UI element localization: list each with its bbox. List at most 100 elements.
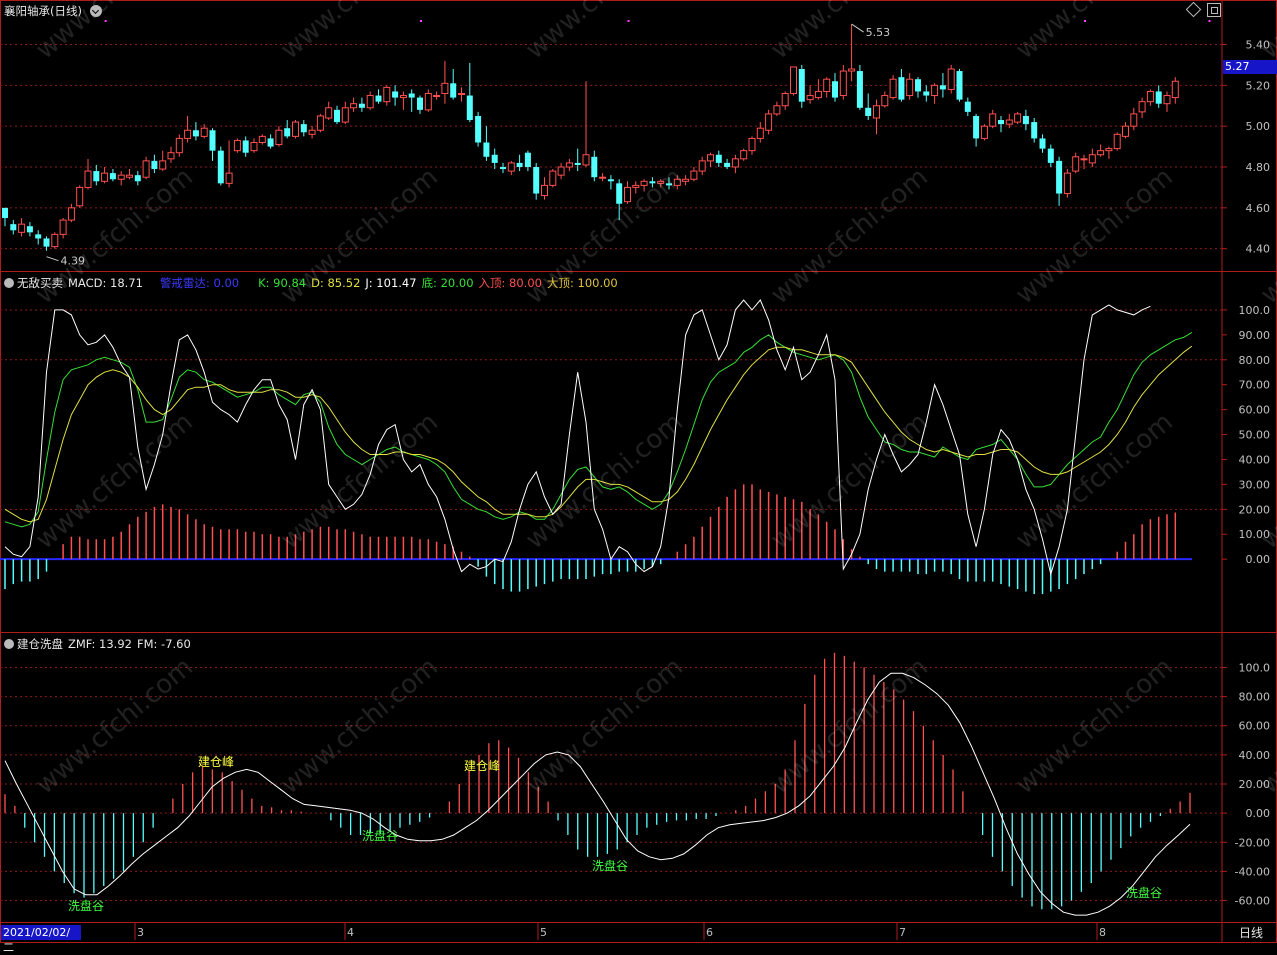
y-tick-label: 50.00 xyxy=(1239,429,1271,442)
candle-body xyxy=(217,150,224,184)
candle-body xyxy=(1130,113,1138,127)
watermark-text: www.cfchi.com xyxy=(1255,0,1277,65)
signal-dot xyxy=(627,20,630,22)
candle-body xyxy=(109,173,116,180)
candle-body xyxy=(67,207,75,221)
candle-body xyxy=(383,86,391,103)
candle-body xyxy=(267,138,274,147)
candle-body xyxy=(698,160,706,172)
watermark-text: www.cfchi.com xyxy=(765,407,934,555)
candle-body xyxy=(1163,95,1171,105)
candle-body xyxy=(93,171,100,182)
candle-body xyxy=(466,95,473,121)
candle-body xyxy=(632,184,640,188)
watermark: www.cfchi.com www.cfchi.com www.cfchi.com w… xyxy=(30,0,1277,800)
candle-body xyxy=(989,113,997,127)
candle-body xyxy=(881,95,889,107)
candle-body xyxy=(814,90,822,99)
chart-canvas: 5.405.205.004.804.604.405.534.39100.090.… xyxy=(0,0,1277,943)
candle-body xyxy=(375,95,382,102)
candle-body xyxy=(242,140,249,153)
candle-body xyxy=(806,95,814,101)
y-tick-label: 5.20 xyxy=(1246,79,1271,92)
candle-body xyxy=(450,83,457,98)
candle-body xyxy=(533,167,540,194)
candle-body xyxy=(939,85,946,90)
collapse-icon[interactable] xyxy=(4,639,14,649)
candle-body xyxy=(209,130,216,151)
candle-body xyxy=(906,78,914,97)
candle-body xyxy=(582,154,590,166)
candle-body xyxy=(599,176,607,179)
candle-body xyxy=(424,93,432,111)
y-tick-label: -60.00 xyxy=(1235,895,1270,908)
candle-body xyxy=(341,107,349,123)
watermark-text: www.cfchi.com xyxy=(30,407,199,555)
candle-body xyxy=(1105,148,1113,152)
collapse-icon[interactable] xyxy=(90,5,102,17)
date-label: 2021/02/02/二 xyxy=(1,925,81,954)
candle-body xyxy=(1056,160,1063,194)
x-tick-label: 8 xyxy=(1099,926,1106,939)
candle-body xyxy=(399,95,407,99)
y-tick-label: 4.40 xyxy=(1246,243,1271,256)
x-tick-label: 5 xyxy=(540,926,547,939)
signal-dot xyxy=(1084,20,1086,22)
candle-body xyxy=(159,160,167,170)
candle-body xyxy=(773,105,781,115)
candle-body xyxy=(832,81,838,98)
candle-body xyxy=(557,166,565,176)
candle-body xyxy=(441,82,449,94)
candle-body xyxy=(350,103,358,109)
candle-body xyxy=(616,183,623,204)
candle-body xyxy=(2,207,8,219)
candle-body xyxy=(715,154,722,163)
y-tick-label: 100.0 xyxy=(1239,304,1271,317)
candle-body xyxy=(184,129,192,139)
candle-body xyxy=(325,107,333,119)
candle-body xyxy=(549,170,557,186)
watermark-text: www.cfchi.com xyxy=(1010,162,1179,310)
annotation-label: 洗盘谷 xyxy=(592,858,628,873)
chart-title: 襄阳轴承(日线) xyxy=(4,4,82,18)
candle-body xyxy=(126,174,133,178)
candle-body xyxy=(358,103,365,108)
y-tick-label: 90.00 xyxy=(1239,329,1271,342)
candle-body xyxy=(392,91,399,98)
candle-body xyxy=(591,156,598,178)
collapse-icon[interactable] xyxy=(4,278,14,288)
x-tick-label: 6 xyxy=(706,926,713,939)
candle-body xyxy=(200,127,208,137)
candle-body xyxy=(292,121,299,137)
y-tick-label: 60.00 xyxy=(1239,720,1271,733)
signal-dot xyxy=(420,20,422,22)
candle-body xyxy=(731,158,739,168)
candle-body xyxy=(225,172,233,184)
candle-body xyxy=(475,115,482,143)
period-tab[interactable]: 日线 xyxy=(1226,925,1276,941)
watermark-text: www.cfchi.com xyxy=(1010,0,1179,65)
candle-body xyxy=(507,162,515,172)
candle-body xyxy=(1088,154,1096,164)
candle-body xyxy=(1097,150,1105,156)
candle-body xyxy=(18,223,26,233)
candle-body xyxy=(1047,148,1054,163)
window-restore-icon[interactable] xyxy=(1207,3,1221,17)
candle-body xyxy=(491,154,498,163)
candle-body xyxy=(947,68,955,90)
candle-body xyxy=(284,128,291,137)
candle-body xyxy=(117,174,125,180)
y-tick-label: 80.00 xyxy=(1239,354,1271,367)
y-tick-label: 80.00 xyxy=(1239,691,1271,704)
flow-header: 建仓洗盘 ZMF: 13.92 FM: -7.60 xyxy=(4,636,196,652)
watermark-text: www.cfchi.com xyxy=(275,0,444,65)
annotation-label: 建仓峰 xyxy=(198,755,234,769)
watermark-text: www.cfchi.com xyxy=(520,0,689,65)
annotation-label: 建仓峰 xyxy=(464,759,500,773)
candle-body xyxy=(898,77,905,100)
candle-body xyxy=(233,139,241,152)
candle-body xyxy=(1014,113,1022,123)
y-tick-label: 30.00 xyxy=(1239,478,1271,491)
candle-body xyxy=(408,93,415,98)
y-tick-label: 0.00 xyxy=(1246,807,1271,820)
